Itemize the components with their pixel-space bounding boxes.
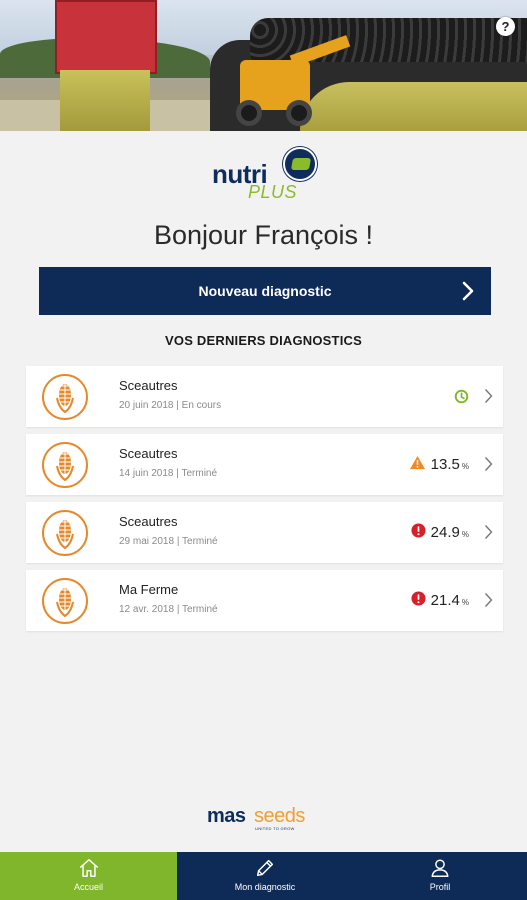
diagnostic-meta: 12 avr. 2018 | Terminé <box>119 604 218 615</box>
diagnostic-status: 24.9 % <box>411 522 469 541</box>
masseeds-logo: mas seeds UNITED TO GROW <box>207 805 327 831</box>
chevron-right-icon <box>484 593 493 607</box>
tab-my-diagnostic[interactable]: Mon diagnostic <box>177 852 353 900</box>
new-diagnostic-label: Nouveau diagnostic <box>198 283 332 299</box>
pencil-icon <box>256 859 274 877</box>
brand-part-mas: mas <box>207 805 246 827</box>
help-button[interactable]: ? <box>496 17 515 36</box>
diagnostics-list: Sceautres 20 juin 2018 | En cours Sceaut… <box>26 366 503 638</box>
diagnostic-unit: % <box>461 598 469 607</box>
tab-profile-label: Profil <box>429 882 451 892</box>
diagnostic-unit: % <box>461 462 469 471</box>
nutriplus-logo: nutri PLUS <box>212 145 322 205</box>
diagnostic-name: Ma Ferme <box>119 582 179 597</box>
hero-image <box>0 0 527 131</box>
diagnostic-item[interactable]: Ma Ferme 12 avr. 2018 | Terminé 21.4 % <box>26 570 503 631</box>
tab-home[interactable]: Accueil <box>0 852 177 900</box>
diagnostic-item[interactable]: Sceautres 20 juin 2018 | En cours <box>26 366 503 427</box>
user-icon <box>431 859 449 877</box>
diagnostic-name: Sceautres <box>119 446 178 461</box>
diagnostic-value: 21.4 <box>430 592 460 609</box>
home-icon <box>79 859 98 877</box>
chevron-right-icon <box>484 525 493 539</box>
diagnostic-status <box>454 386 469 404</box>
diagnostic-meta: 14 juin 2018 | Terminé <box>119 468 218 479</box>
brand-tagline: UNITED TO GROW <box>255 826 295 831</box>
chevron-right-icon <box>484 389 493 403</box>
diagnostic-name: Sceautres <box>119 514 178 529</box>
diagnostic-item[interactable]: Sceautres 14 juin 2018 | Terminé 13.5 % <box>26 434 503 495</box>
brand-part-seeds: seeds <box>254 805 305 827</box>
diagnostic-value: 24.9 <box>430 524 460 541</box>
diagnostic-status: 13.5 % <box>409 454 469 473</box>
tab-profile[interactable]: Profil <box>353 852 527 900</box>
diagnostic-value: 13.5 <box>430 456 460 473</box>
corn-icon <box>42 578 88 624</box>
alert-icon <box>411 523 426 538</box>
tab-my-diagnostic-label: Mon diagnostic <box>234 882 296 892</box>
diagnostic-unit: % <box>461 530 469 539</box>
chevron-right-icon <box>484 457 493 471</box>
corn-icon <box>42 442 88 488</box>
tab-home-label: Accueil <box>73 882 103 892</box>
section-title: VOS DERNIERS DIAGNOSTICS <box>165 333 362 348</box>
clock-icon <box>454 389 469 404</box>
diagnostic-meta: 29 mai 2018 | Terminé <box>119 536 218 547</box>
chevron-right-icon <box>462 281 474 301</box>
corn-icon <box>42 510 88 556</box>
greeting-text: Bonjour François ! <box>153 220 374 250</box>
diagnostic-name: Sceautres <box>119 378 178 393</box>
corn-icon <box>42 374 88 420</box>
diagnostic-meta: 20 juin 2018 | En cours <box>119 400 222 411</box>
logo-word-plus: PLUS <box>248 182 298 202</box>
diagnostic-item[interactable]: Sceautres 29 mai 2018 | Terminé 24.9 % <box>26 502 503 563</box>
diagnostic-status: 21.4 % <box>411 590 469 609</box>
alert-icon <box>411 591 426 606</box>
bottom-tab-bar: Accueil Mon diagnostic Profil <box>0 852 527 900</box>
warning-icon <box>409 455 425 470</box>
new-diagnostic-button[interactable]: Nouveau diagnostic <box>39 267 491 315</box>
logo-badge-icon <box>283 147 317 181</box>
